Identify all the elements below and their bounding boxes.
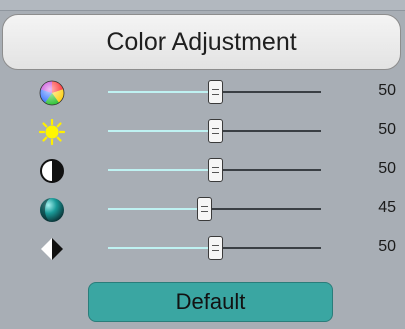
saturation-slider-fill xyxy=(108,208,204,210)
sharpness-slider-thumb[interactable] xyxy=(207,236,223,260)
teal-sphere-icon xyxy=(40,198,64,222)
half-diamond-icon xyxy=(41,238,63,260)
contrast-icon xyxy=(40,159,64,183)
contrast-row: 50 xyxy=(0,150,405,190)
brightness-slider-thumb[interactable] xyxy=(207,119,223,143)
top-strip xyxy=(0,0,405,11)
contrast-slider-thumb[interactable] xyxy=(207,158,223,182)
sharpness-value: 50 xyxy=(378,238,396,255)
hue-slider-thumb[interactable] xyxy=(207,80,223,104)
contrast-slider-fill xyxy=(108,169,215,171)
sharpness-row: 50 xyxy=(0,228,405,268)
sun-icon xyxy=(39,119,65,145)
sharpness-slider-fill xyxy=(108,247,215,249)
default-button-label: Default xyxy=(175,289,246,314)
saturation-value: 45 xyxy=(378,199,396,216)
hue-row: 50 xyxy=(0,72,405,112)
saturation-row: 45 xyxy=(0,189,405,229)
color-wheel-icon xyxy=(39,80,65,106)
brightness-slider-fill xyxy=(108,130,215,132)
contrast-value: 50 xyxy=(378,160,396,177)
panel-title: Color Adjustment xyxy=(106,27,297,56)
default-button[interactable]: Default xyxy=(88,282,333,322)
saturation-slider-thumb[interactable] xyxy=(196,197,212,221)
hue-value: 50 xyxy=(378,82,396,99)
brightness-value: 50 xyxy=(378,121,396,138)
hue-slider-fill xyxy=(108,91,215,93)
panel-header: Color Adjustment xyxy=(2,14,401,70)
saturation-slider-track[interactable] xyxy=(108,208,321,210)
brightness-row: 50 xyxy=(0,111,405,151)
